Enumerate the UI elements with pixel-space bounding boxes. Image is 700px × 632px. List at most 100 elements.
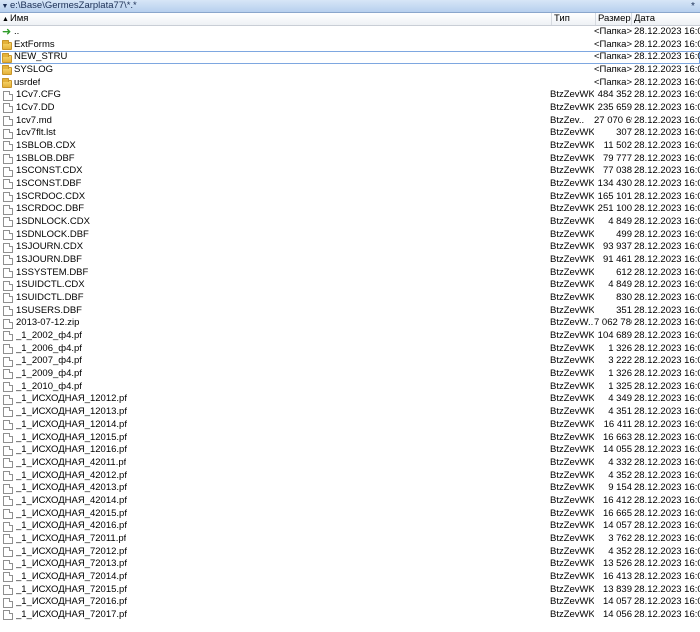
file-row[interactable]: 1SJOURN.CDX BtzZevWKv 93 93728.12.2023 16:… <box>0 241 700 254</box>
file-date: 28.12.2023 16:02 <box>634 89 700 101</box>
file-row[interactable]: ➜.. <Папка>28.12.2023 16:02 <box>0 26 700 39</box>
file-row[interactable]: _1_2002_ф4.pf BtzZevWKv104 68928.12.2023 … <box>0 330 700 343</box>
file-row[interactable]: _1_ИСХОДНАЯ_72012.pf BtzZevWKv 4 35228.12.… <box>0 546 700 559</box>
file-row[interactable]: 1SCRDOC.DBF BtzZevWKv251 10028.12.2023 16… <box>0 203 700 216</box>
file-name-cell: _1_ИСХОДНАЯ_12015.pf <box>2 432 550 445</box>
file-row[interactable]: _1_ИСХОДНАЯ_42013.pf BtzZevWKv 9 15428.12.… <box>0 482 700 495</box>
file-row[interactable]: SYSLOG <Папка>28.12.2023 16:02 <box>0 64 700 77</box>
file-name-cell: _1_ИСХОДНАЯ_72011.pf <box>2 533 550 546</box>
file-row[interactable]: _1_ИСХОДНАЯ_72011.pf BtzZevWKv 3 76228.12.… <box>0 533 700 546</box>
file-row[interactable]: _1_ИСХОДНАЯ_12016.pf BtzZevWKv 14 05528.12… <box>0 444 700 457</box>
file-row[interactable]: _1_2007_ф4.pf BtzZevWKv 3 22228.12.2023 16… <box>0 355 700 368</box>
file-size: 4 849 <box>608 216 632 228</box>
file-type: BtzZevW.. <box>550 317 594 329</box>
column-header-name[interactable]: ▲Имя <box>0 13 552 25</box>
file-date: 28.12.2023 16:02 <box>634 64 700 76</box>
filter-star-button[interactable]: * <box>686 1 700 12</box>
file-row[interactable]: _1_ИСХОДНАЯ_72015.pf BtzZevWKv 13 83928.12… <box>0 584 700 597</box>
file-name-cell: _1_ИСХОДНАЯ_42014.pf <box>2 495 550 508</box>
file-row[interactable]: 1SDNLOCK.CDX BtzZevWKv 4 84928.12.2023 16:… <box>0 216 700 229</box>
file-name: _1_ИСХОДНАЯ_42011.pf <box>16 456 127 468</box>
file-row[interactable]: 1SCRDOC.CDX BtzZevWKv165 10128.12.2023 16… <box>0 191 700 204</box>
file-date: 28.12.2023 16:02 <box>634 190 700 202</box>
file-size: 3 222 <box>608 355 632 367</box>
file-row[interactable]: _1_ИСХОДНАЯ_42015.pf BtzZevWKv 16 66528.12… <box>0 508 700 521</box>
file-size: 16 411 <box>603 418 632 430</box>
column-header-type[interactable]: Тип <box>552 13 596 25</box>
file-type: BtzZevWKv <box>550 406 594 418</box>
current-path[interactable]: e:\Base\GermesZarplata77\*.* <box>10 0 686 12</box>
file-name-cell: 1SCONST.CDX <box>2 165 550 178</box>
file-name: _1_ИСХОДНАЯ_12013.pf <box>16 406 127 418</box>
file-row[interactable]: 1SUSERS.DBF BtzZevWKv 35128.12.2023 16:02 <box>0 305 700 318</box>
file-row[interactable]: 1SCONST.CDX BtzZevWKv 77 03828.12.2023 16:… <box>0 165 700 178</box>
file-row[interactable]: _1_ИСХОДНАЯ_72017.pf BtzZevWKv 14 05628.12… <box>0 609 700 622</box>
column-header-size[interactable]: Размер <box>596 13 632 25</box>
file-name-cell: 1SUSERS.DBF <box>2 305 550 318</box>
file-row[interactable]: 1SBLOB.DBF BtzZevWKv 79 77728.12.2023 16:0… <box>0 153 700 166</box>
file-icon <box>3 154 13 165</box>
file-row[interactable]: 2013-07-12.zip BtzZevW..7 062 78628.12.20… <box>0 317 700 330</box>
file-row[interactable]: 1Cv7.DD BtzZevWKv235 65928.12.2023 16:02 <box>0 102 700 115</box>
file-name-cell: _1_ИСХОДНАЯ_72017.pf <box>2 609 550 622</box>
file-row[interactable]: _1_ИСХОДНАЯ_72013.pf BtzZevWKv 13 52628.12… <box>0 558 700 571</box>
file-row[interactable]: _1_ИСХОДНАЯ_12014.pf BtzZevWKv 16 41128.12… <box>0 419 700 432</box>
file-row[interactable]: 1cv7flt.lst BtzZevWKv 30728.12.2023 16:02 <box>0 127 700 140</box>
file-size: 4 352 <box>608 469 632 481</box>
file-size: 134 430 <box>597 178 632 190</box>
file-size: 165 101 <box>597 190 632 202</box>
file-row[interactable]: _1_2010_ф4.pf BtzZevWKv 1 32528.12.2023 16… <box>0 381 700 394</box>
file-name: _1_ИСХОДНАЯ_72016.pf <box>16 596 127 608</box>
file-row[interactable]: _1_ИСХОДНАЯ_12013.pf BtzZevWKv 4 35128.12.… <box>0 406 700 419</box>
file-row[interactable]: 1SUIDCTL.DBF BtzZevWKv 83028.12.2023 16:02 <box>0 292 700 305</box>
file-type: BtzZevWKv <box>550 304 594 316</box>
file-date: 28.12.2023 16:02 <box>634 380 700 392</box>
file-row[interactable]: 1cv7.md BtzZev.. 27 070 69728.12.2023 16:0… <box>0 115 700 128</box>
file-date: 28.12.2023 16:02 <box>634 178 700 190</box>
file-type <box>550 64 594 77</box>
file-row[interactable]: _1_ИСХОДНАЯ_42014.pf BtzZevWKv 16 41228.12… <box>0 495 700 508</box>
file-row[interactable]: ExtForms <Папка>28.12.2023 16:02 <box>0 39 700 52</box>
file-date: 28.12.2023 16:02 <box>634 254 700 266</box>
file-row[interactable]: 1SUIDCTL.CDX BtzZevWKv 4 84928.12.2023 16:… <box>0 279 700 292</box>
file-row[interactable]: _1_ИСХОДНАЯ_42016.pf BtzZevWKv 14 05728.12… <box>0 520 700 533</box>
file-row[interactable]: 1SSYSTEM.DBF BtzZevWKv 61228.12.2023 16:02 <box>0 267 700 280</box>
file-name-cell: 1SCRDOC.DBF <box>2 203 550 216</box>
file-size: 499 <box>616 228 632 240</box>
file-size: 235 659 <box>597 102 632 114</box>
file-row[interactable]: 1Cv7.CFG BtzZevWKv484 35228.12.2023 16:02 <box>0 89 700 102</box>
file-row[interactable]: _1_ИСХОДНАЯ_42011.pf BtzZevWKv 4 33228.12.… <box>0 457 700 470</box>
dropdown-arrow-icon[interactable]: ▼ <box>0 0 10 12</box>
file-row[interactable]: _1_ИСХОДНАЯ_12015.pf BtzZevWKv 16 66328.12… <box>0 432 700 445</box>
file-row[interactable]: 1SDNLOCK.DBF BtzZevWKv 49928.12.2023 16:02 <box>0 229 700 242</box>
file-row[interactable]: _1_ИСХОДНАЯ_72016.pf BtzZevWKv 14 05728.12… <box>0 596 700 609</box>
file-icon <box>3 534 13 545</box>
file-type: BtzZevWKv <box>550 241 594 253</box>
file-row[interactable]: 1SCONST.DBF BtzZevWKv134 43028.12.2023 16… <box>0 178 700 191</box>
folder-icon <box>2 78 12 89</box>
file-date: 28.12.2023 16:02 <box>634 355 700 367</box>
file-row[interactable]: 1SBLOB.CDX BtzZevWKv 11 50228.12.2023 16:0… <box>0 140 700 153</box>
file-name: 1SCONST.CDX <box>16 165 83 177</box>
file-type: BtzZevWKv <box>550 178 594 190</box>
file-name-cell: 1SUIDCTL.CDX <box>2 279 550 292</box>
file-row[interactable]: 1SJOURN.DBF BtzZevWKv 91 46128.12.2023 16:… <box>0 254 700 267</box>
path-bar[interactable]: ▼ e:\Base\GermesZarplata77\*.* * <box>0 0 700 13</box>
file-date: 28.12.2023 16:02 <box>634 76 700 88</box>
file-row[interactable]: usrdef <Папка>28.12.2023 16:02 <box>0 77 700 90</box>
column-header-size-label: Размер <box>598 13 631 24</box>
file-row[interactable]: NEW_STRU <Папка>28.12.2023 16:02 <box>0 51 700 65</box>
file-name-cell: NEW_STRU <box>2 51 550 64</box>
column-header-date[interactable]: Дата <box>632 13 700 25</box>
file-row[interactable]: _1_2006_ф4.pf BtzZevWKv 1 32628.12.2023 16… <box>0 343 700 356</box>
file-date: 28.12.2023 16:02 <box>634 127 700 139</box>
file-row[interactable]: _1_ИСХОДНАЯ_72014.pf BtzZevWKv 16 41328.12… <box>0 571 700 584</box>
file-row[interactable]: _1_2009_ф4.pf BtzZevWKv 1 32628.12.2023 16… <box>0 368 700 381</box>
file-row[interactable]: _1_ИСХОДНАЯ_42012.pf BtzZevWKv 4 35228.12.… <box>0 470 700 483</box>
file-name: ExtForms <box>14 38 55 50</box>
file-size: 11 502 <box>603 140 632 152</box>
file-type: BtzZevWKv <box>550 102 594 114</box>
file-row[interactable]: _1_ИСХОДНАЯ_12012.pf BtzZevWKv 4 34928.12.… <box>0 393 700 406</box>
file-date: 28.12.2023 16:02 <box>634 418 700 430</box>
file-date: 28.12.2023 16:02 <box>634 431 700 443</box>
